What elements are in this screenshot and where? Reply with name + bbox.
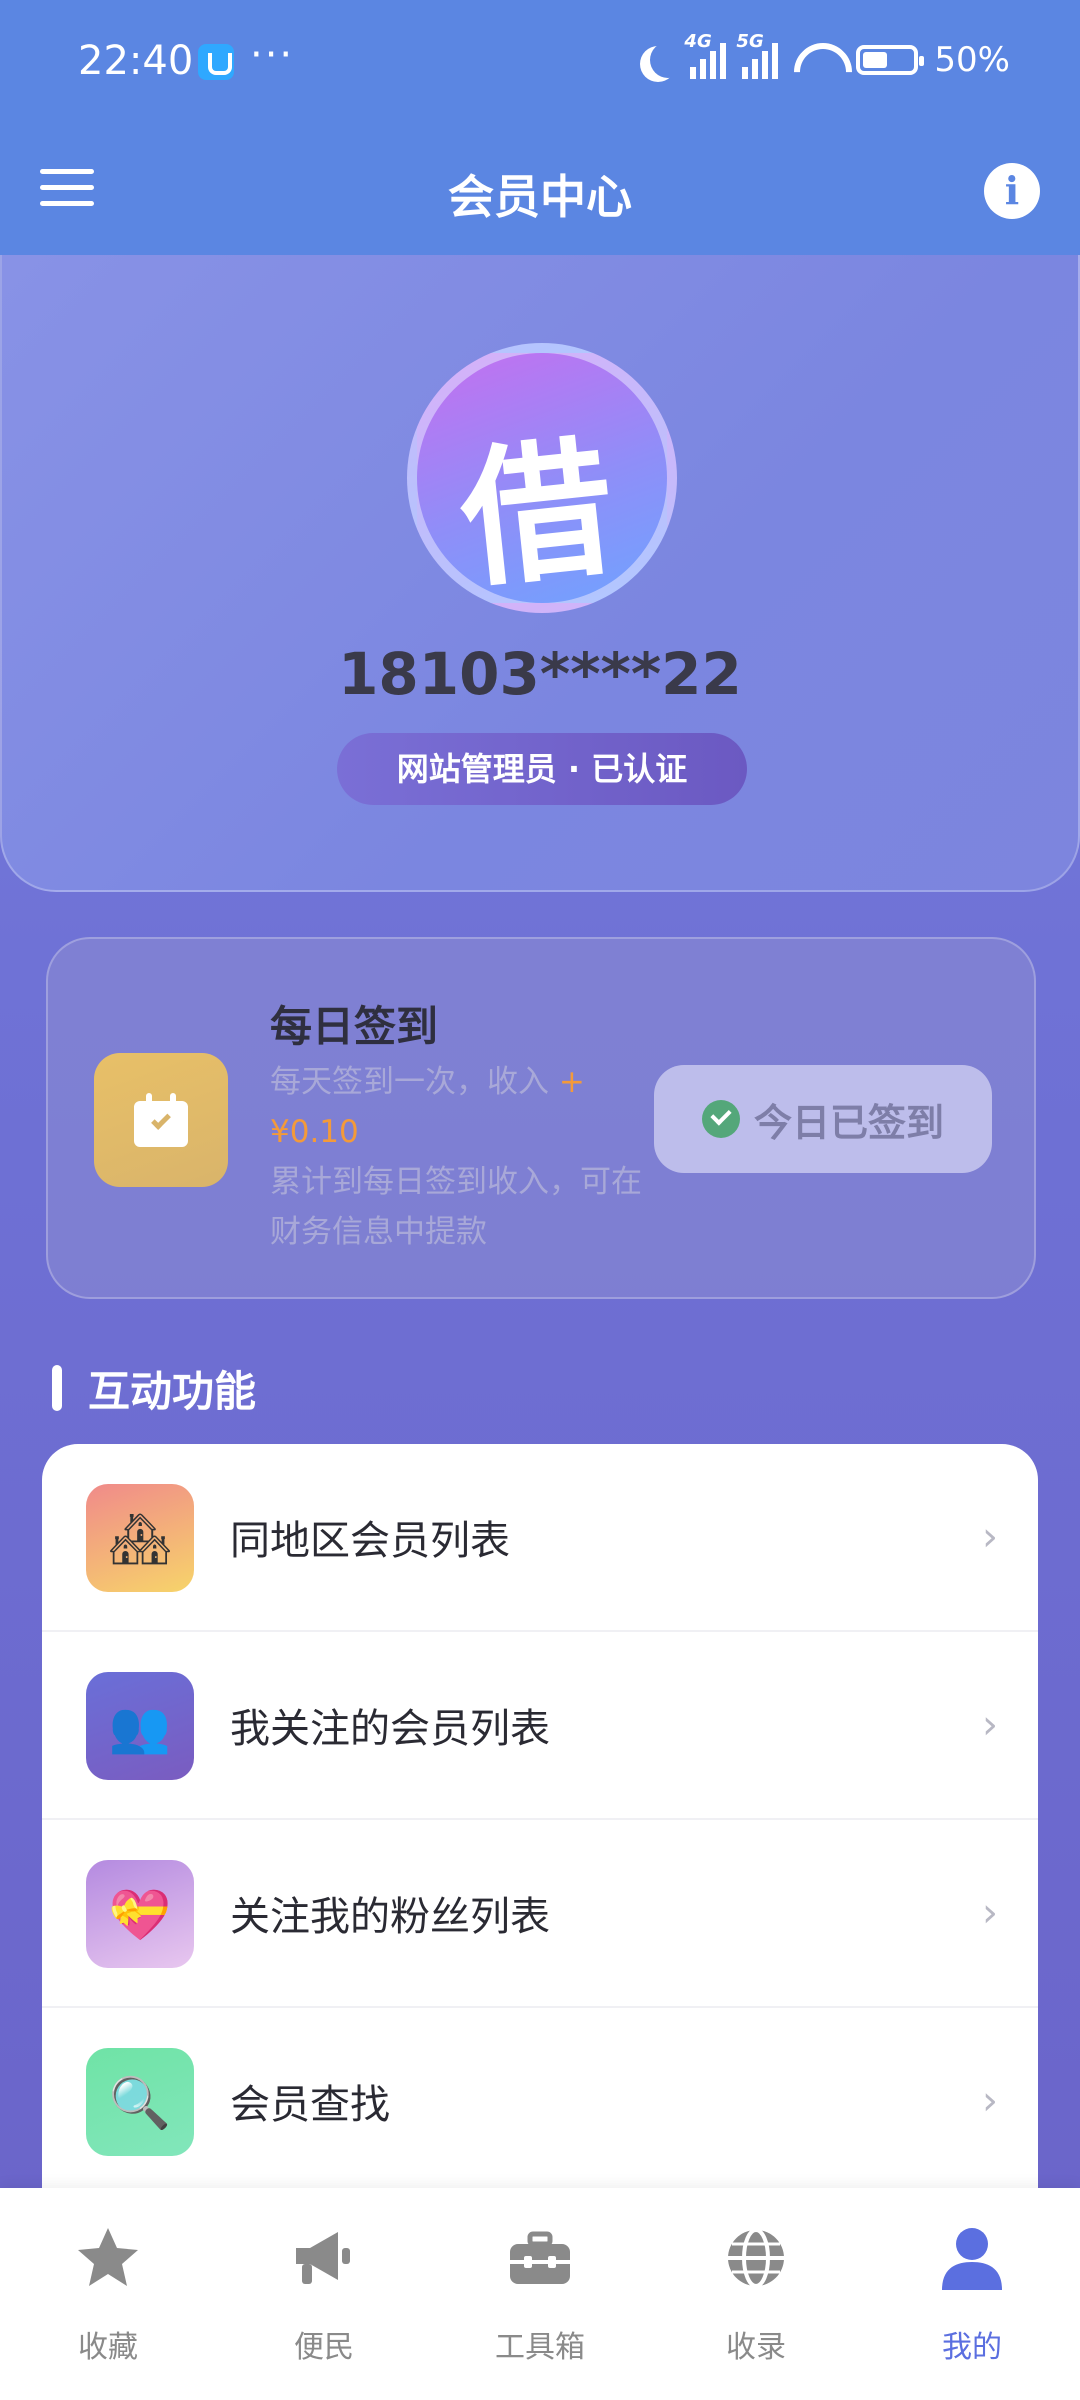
- battery-level: [863, 52, 888, 68]
- role-badge: 网站管理员 · 已认证: [337, 733, 747, 805]
- nav-label: 收藏: [78, 2330, 138, 2365]
- checked-in-button[interactable]: 今日已签到: [654, 1065, 992, 1173]
- users-icon: 👥: [86, 1672, 194, 1780]
- avatar[interactable]: 借取: [407, 343, 677, 613]
- user-phone: 18103****22: [338, 640, 742, 708]
- section-header: 互动功能: [52, 1362, 256, 1416]
- top-bar: 22:40 ··· 4G 5G 50% 会员中心 i: [0, 0, 1080, 255]
- nav-collection[interactable]: 收录: [648, 2224, 864, 2374]
- list-item-label: 我关注的会员列表: [230, 1706, 550, 1752]
- signal-5g-icon: 5G: [736, 31, 779, 79]
- checkin-title: 每日签到: [270, 1002, 439, 1051]
- daily-checkin-card: 每日签到 每天签到一次，收入 + ¥0.10 累计到每日签到收入，可在财务信息中…: [46, 937, 1036, 1299]
- nav-favorites[interactable]: 收藏: [0, 2224, 216, 2374]
- nav-label: 工具箱: [495, 2330, 585, 2365]
- star-icon: [78, 2228, 138, 2286]
- signal-4g-label: 4G: [684, 31, 712, 52]
- calendar-check-icon: [134, 1093, 188, 1147]
- page-title: 会员中心: [448, 170, 632, 224]
- bottom-nav: 收藏 便民 工具箱 收录 我的: [0, 2188, 1080, 2400]
- houses-icon: 🏘: [86, 1484, 194, 1592]
- list-item-label: 关注我的粉丝列表: [230, 1894, 550, 1940]
- avatar-text: 借取: [453, 421, 611, 610]
- calendar-icon-box: [94, 1053, 228, 1187]
- list-item-label: 会员查找: [230, 2082, 390, 2128]
- moon-icon: [650, 42, 686, 78]
- signal-4g-icon: 4G: [684, 31, 727, 79]
- chevron-right-icon: ›: [982, 1702, 998, 1748]
- section-accent-bar: [52, 1365, 62, 1411]
- megaphone-icon: [296, 2232, 350, 2284]
- section-title: 互动功能: [88, 1366, 257, 1416]
- signal-5g-label: 5G: [736, 31, 764, 52]
- app-bar: 会员中心 i: [0, 125, 1080, 255]
- checkin-description: 每天签到一次，收入 + ¥0.10 累计到每日签到收入，可在财务信息中提款: [270, 1057, 650, 1257]
- battery-icon: [856, 45, 925, 75]
- nav-services[interactable]: 便民: [216, 2224, 432, 2374]
- list-item-label: 同地区会员列表: [230, 1518, 510, 1564]
- checkin-desc-prefix: 每天签到一次，收入: [270, 1064, 559, 1100]
- more-notifications-icon: ···: [250, 32, 295, 78]
- check-circle-icon: [701, 1100, 740, 1138]
- nav-label: 便民: [294, 2330, 354, 2365]
- user-icon: [942, 2228, 1002, 2290]
- list-item-member-search[interactable]: 🔍 会员查找 ›: [42, 2008, 1038, 2196]
- status-bar: 22:40 ··· 4G 5G 50%: [0, 0, 1080, 125]
- list-item-local-members[interactable]: 🏘 同地区会员列表 ›: [42, 1444, 1038, 1632]
- status-icons: 4G 5G 50%: [638, 31, 1010, 80]
- nav-label: 我的: [942, 2330, 1002, 2365]
- notification-app-icon: [198, 44, 234, 80]
- feature-list: 🏘 同地区会员列表 › 👥 我关注的会员列表 › 💝 关注我的粉丝列表 › 🔍 …: [42, 1444, 1038, 2244]
- chevron-right-icon: ›: [982, 2078, 998, 2124]
- list-item-following[interactable]: 👥 我关注的会员列表 ›: [42, 1632, 1038, 1820]
- nav-toolbox[interactable]: 工具箱: [432, 2224, 648, 2374]
- nav-mine[interactable]: 我的: [864, 2224, 1080, 2374]
- status-time: 22:40: [78, 38, 194, 84]
- list-item-followers[interactable]: 💝 关注我的粉丝列表 ›: [42, 1820, 1038, 2008]
- nav-label: 收录: [726, 2330, 786, 2365]
- chevron-right-icon: ›: [982, 1514, 998, 1560]
- battery-percent: 50%: [934, 40, 1010, 80]
- profile-card: 借取 18103****22 网站管理员 · 已认证: [0, 255, 1080, 892]
- globe-icon: [728, 2228, 784, 2288]
- wifi-icon: [794, 43, 840, 77]
- heart-gift-icon: 💝: [86, 1860, 194, 1968]
- checkin-desc-suffix: 累计到每日签到收入，可在财务信息中提款: [270, 1164, 642, 1250]
- chevron-right-icon: ›: [982, 1890, 998, 1936]
- toolbox-icon: [510, 2231, 570, 2284]
- checked-in-label: 今日已签到: [753, 1100, 944, 1145]
- info-icon[interactable]: i: [984, 163, 1040, 219]
- magnifier-icon: 🔍: [86, 2048, 194, 2156]
